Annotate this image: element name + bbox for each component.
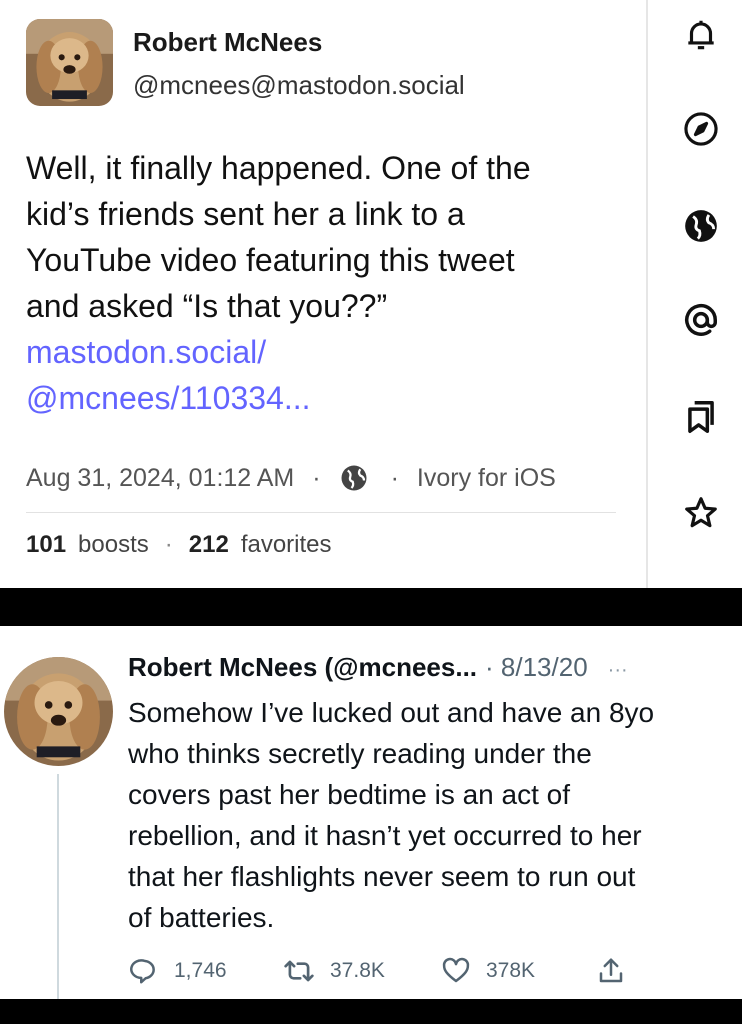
share-icon <box>599 958 623 983</box>
dog-avatar-image <box>26 19 113 106</box>
reply-count: 1,746 <box>174 959 227 982</box>
globe-icon[interactable] <box>678 203 724 249</box>
retweet-icon <box>284 960 314 982</box>
tweet-date[interactable]: · 8/13/20 <box>485 652 588 683</box>
tweet-body-line: covers past her bedtime is an act of <box>128 779 570 810</box>
boosts-count[interactable]: 101 <box>26 531 66 559</box>
star-icon[interactable] <box>678 490 724 536</box>
tweet-body-line: rebellion, and it hasn’t yet occurred to… <box>128 820 642 851</box>
post-link-line: @mcnees/110334... <box>26 380 311 416</box>
avatar[interactable] <box>26 19 113 106</box>
post-body-line: and asked “Is that you??” <box>26 288 388 324</box>
bell-icon[interactable] <box>678 12 724 58</box>
boosts-label[interactable]: boosts <box>78 531 149 559</box>
favorites-count[interactable]: 212 <box>189 531 229 559</box>
sidebar-divider <box>646 0 648 588</box>
meta-separator: · <box>390 463 399 492</box>
post-meta: Aug 31, 2024, 01:12 AM · · Ivory for iOS <box>26 463 556 493</box>
avatar[interactable] <box>4 657 113 766</box>
post-link-line: mastodon.social/ <box>26 334 267 370</box>
author-name[interactable]: Robert McNees <box>133 27 322 58</box>
stats-separator: · <box>164 531 173 558</box>
at-icon[interactable] <box>678 297 724 343</box>
meta-separator: · <box>312 463 321 492</box>
favorites-label[interactable]: favorites <box>241 531 332 559</box>
post-body-line: YouTube video featuring this tweet <box>26 242 515 278</box>
divider <box>26 512 616 513</box>
reply-button[interactable]: 1,746 <box>130 956 227 986</box>
share-button[interactable] <box>596 956 626 986</box>
retweet-count: 37.8K <box>330 959 385 982</box>
like-button[interactable]: 378K <box>440 956 535 986</box>
tweet-author[interactable]: Robert McNees (@mcnees... <box>128 652 477 683</box>
globe-icon <box>339 463 369 493</box>
post-body-line: Well, it finally happened. One of the <box>26 150 531 186</box>
tweet-header: Robert McNees (@mcnees... · 8/13/20 ··· <box>128 652 628 683</box>
tweet-body: Somehow I’ve lucked out and have an 8yo … <box>128 692 654 938</box>
post-body-line: kid’s friends sent her a link to a <box>26 196 465 232</box>
tweet-body-line: that her flashlights never seem to run o… <box>128 861 636 892</box>
dog-avatar-image <box>4 657 113 766</box>
tweet-body-line: of batteries. <box>128 902 275 933</box>
post-stats: 101 boosts · 212 favorites <box>26 531 332 559</box>
heart-icon <box>442 957 470 983</box>
mastodon-post-panel: Robert McNees @mcnees@mastodon.social We… <box>0 0 742 588</box>
post-link[interactable]: mastodon.social/ @mcnees/110334... <box>26 329 531 421</box>
more-options-icon[interactable]: ··· <box>608 659 628 682</box>
thread-line <box>57 774 59 999</box>
bookmarks-icon[interactable] <box>678 394 724 440</box>
compass-icon[interactable] <box>678 106 724 152</box>
post-body: Well, it finally happened. One of the ki… <box>26 145 531 421</box>
like-count: 378K <box>486 959 536 982</box>
tweet-body-line: Somehow I’ve lucked out and have an 8yo <box>128 697 655 728</box>
tweet-body-line: who thinks secretly reading under the <box>128 738 592 769</box>
tweet-actions: 1,746 37.8K 378K <box>130 956 650 988</box>
retweet-button[interactable]: 37.8K <box>282 956 385 986</box>
author-handle[interactable]: @mcnees@mastodon.social <box>133 70 465 101</box>
client-name[interactable]: Ivory for iOS <box>417 464 556 493</box>
reply-icon <box>130 959 155 984</box>
tweet-panel: Robert McNees (@mcnees... · 8/13/20 ··· … <box>0 626 742 999</box>
post-date[interactable]: Aug 31, 2024, 01:12 AM <box>26 464 294 493</box>
